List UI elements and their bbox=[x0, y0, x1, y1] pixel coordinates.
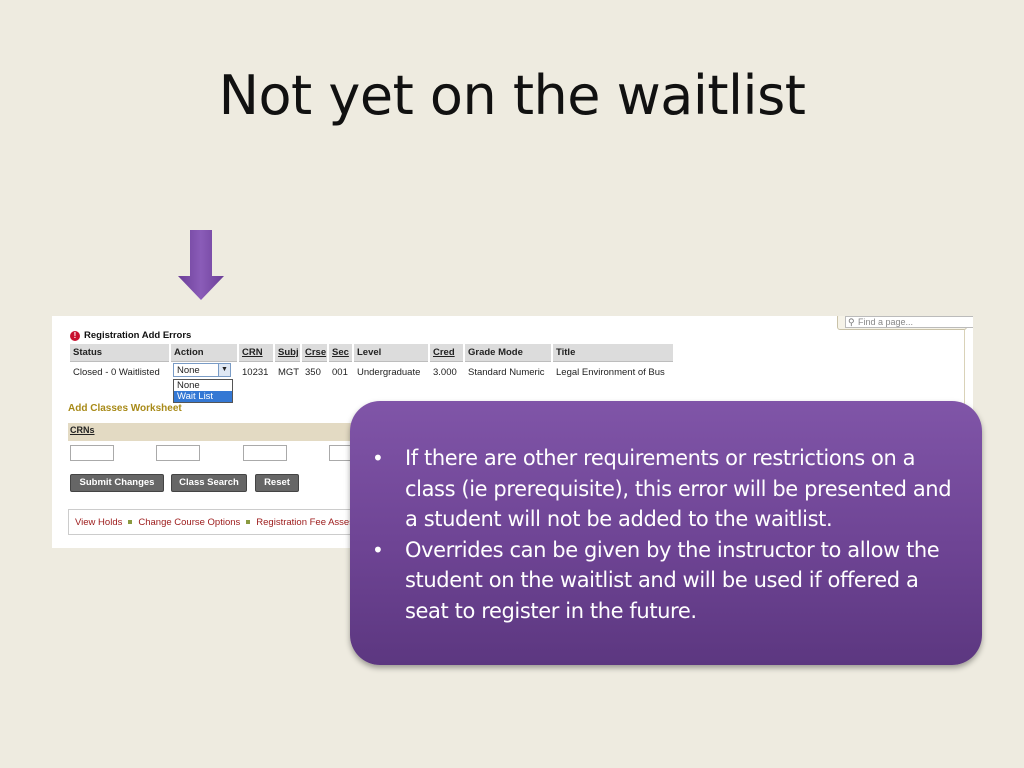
cell-sec: 001 bbox=[332, 367, 348, 378]
cell-level: Undergraduate bbox=[357, 367, 421, 378]
crn-input-2[interactable] bbox=[156, 445, 200, 461]
col-level: Level bbox=[354, 344, 428, 362]
col-subj[interactable]: Subj bbox=[275, 344, 300, 362]
find-page-input[interactable]: ⚲ Find a page... bbox=[845, 316, 973, 328]
slide-title: Not yet on the waitlist bbox=[218, 64, 806, 127]
error-heading: ! Registration Add Errors bbox=[70, 330, 191, 341]
down-arrow-icon bbox=[178, 230, 224, 300]
crns-label: CRNs bbox=[70, 425, 95, 435]
option-none[interactable]: None bbox=[174, 380, 232, 391]
callout-list: If there are other requirements or restr… bbox=[372, 443, 956, 626]
col-status: Status bbox=[70, 344, 169, 362]
search-icon: ⚲ bbox=[848, 317, 855, 327]
crn-header-band: CRNs bbox=[68, 423, 368, 441]
error-heading-text: Registration Add Errors bbox=[84, 330, 192, 341]
cell-cred: 3.000 bbox=[433, 367, 457, 378]
link-change-course-options[interactable]: Change Course Options bbox=[138, 517, 240, 528]
col-action: Action bbox=[171, 344, 237, 362]
action-select[interactable]: None ▼ bbox=[173, 363, 231, 377]
col-crn[interactable]: CRN bbox=[239, 344, 273, 362]
link-view-holds[interactable]: View Holds bbox=[75, 517, 122, 528]
cell-title: Legal Environment of Bus bbox=[556, 367, 665, 378]
info-callout: If there are other requirements or restr… bbox=[350, 401, 982, 665]
submit-changes-button[interactable]: Submit Changes bbox=[70, 474, 164, 492]
cell-grade-mode: Standard Numeric bbox=[468, 367, 545, 378]
footer-links: View Holds Change Course Options Registr… bbox=[68, 509, 376, 535]
find-page-placeholder: Find a page... bbox=[858, 317, 914, 327]
divider bbox=[964, 330, 965, 410]
bullet-icon bbox=[246, 520, 251, 524]
callout-bullet: If there are other requirements or restr… bbox=[372, 443, 956, 535]
table-row: Closed - 0 Waitlisted 10231 MGT 350 001 … bbox=[70, 362, 675, 384]
crn-input-1[interactable] bbox=[70, 445, 114, 461]
bullet-icon bbox=[128, 520, 133, 524]
cell-status: Closed - 0 Waitlisted bbox=[73, 367, 160, 378]
col-sec[interactable]: Sec bbox=[329, 344, 352, 362]
errors-table: Status Action CRN Subj Crse Sec Level Cr… bbox=[70, 344, 675, 384]
col-grade-mode: Grade Mode bbox=[465, 344, 551, 362]
col-cred[interactable]: Cred bbox=[430, 344, 463, 362]
reset-button[interactable]: Reset bbox=[255, 474, 299, 492]
class-search-button[interactable]: Class Search bbox=[171, 474, 247, 492]
cell-subj: MGT bbox=[278, 367, 300, 378]
cell-crse: 350 bbox=[305, 367, 321, 378]
option-wait-list[interactable]: Wait List bbox=[174, 391, 232, 402]
dropdown-caret-icon[interactable]: ▼ bbox=[218, 364, 230, 376]
table-header: Status Action CRN Subj Crse Sec Level Cr… bbox=[70, 344, 675, 362]
col-crse[interactable]: Crse bbox=[302, 344, 327, 362]
action-select-value: None bbox=[177, 365, 200, 376]
action-dropdown: None Wait List bbox=[173, 379, 233, 403]
callout-bullet: Overrides can be given by the instructor… bbox=[372, 535, 956, 627]
error-icon: ! bbox=[70, 330, 80, 341]
cell-crn: 10231 bbox=[242, 367, 269, 378]
col-title: Title bbox=[553, 344, 673, 362]
crn-input-3[interactable] bbox=[243, 445, 287, 461]
worksheet-title: Add Classes Worksheet bbox=[68, 403, 182, 414]
